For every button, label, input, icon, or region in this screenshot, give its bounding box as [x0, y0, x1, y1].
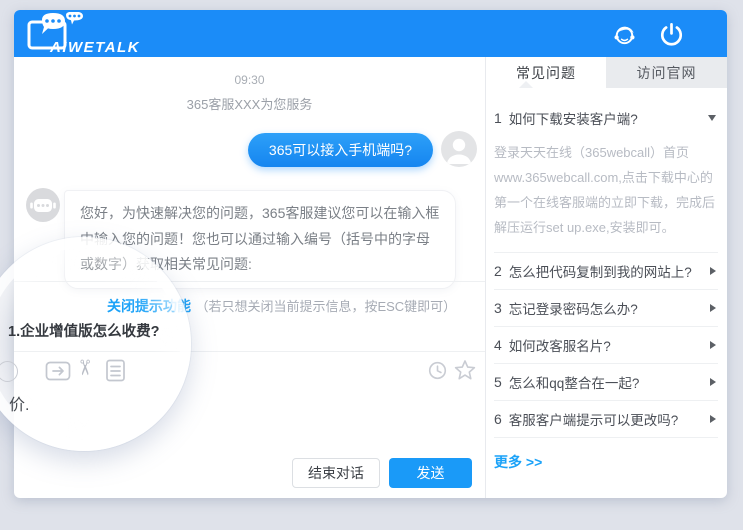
active-tab-pointer: [519, 81, 533, 88]
bot-avatar: [26, 188, 60, 222]
more-link[interactable]: 更多 >>: [494, 452, 542, 472]
speech-bubble-icon: [42, 13, 65, 34]
received-message-bubble: 您好，为快速解决您的问题，365客服建议您可以在输入框中输入您的问题！您也可以通…: [64, 190, 456, 289]
faq-list: 1 如何下载安装客户端? 登录天天在线（365webcall）首页www.365…: [494, 100, 718, 472]
sent-message-bubble: 365可以接入手机端吗?: [248, 133, 433, 167]
faq-number: 3: [494, 300, 502, 316]
caret-right-icon: [710, 304, 716, 312]
faq-question: 怎么把代码复制到我的网站上?: [509, 261, 710, 281]
faq-question: 如何下载安装客户端?: [509, 108, 708, 128]
send-button[interactable]: 发送: [389, 458, 472, 488]
divider: [14, 351, 485, 352]
faq-item-2[interactable]: 2 怎么把代码复制到我的网站上?: [494, 252, 718, 289]
hint-text: （若只想关闭当前提示信息，按ESC键即可）: [195, 299, 456, 314]
agent-icon[interactable]: [611, 21, 638, 48]
caret-right-icon: [710, 415, 716, 423]
power-icon[interactable]: [658, 21, 685, 48]
favorite-icon[interactable]: [454, 359, 476, 381]
faq-item-3[interactable]: 3 忘记登录密码怎么办?: [494, 289, 718, 326]
person-icon: [441, 131, 477, 167]
caret-right-icon: [710, 341, 716, 349]
app-logo: AIWETALK: [26, 12, 166, 62]
close-hint-link[interactable]: 关闭提示功能: [107, 298, 191, 314]
faq-item-6[interactable]: 6 客服客户端提示可以更改吗?: [494, 400, 718, 438]
speech-bubble-small-icon: [66, 12, 83, 25]
faq-question: 如何改客服名片?: [509, 335, 710, 355]
faq-question: 怎么和qq整合在一起?: [509, 372, 710, 392]
faq-item-5[interactable]: 5 怎么和qq整合在一起?: [494, 363, 718, 400]
end-chat-button[interactable]: 结束对话: [292, 458, 380, 488]
sent-message-text: 365可以接入手机端吗?: [269, 140, 412, 160]
faq-number: 4: [494, 337, 502, 353]
faq-question: 忘记登录密码怎么办?: [509, 298, 710, 318]
faq-item-1[interactable]: 1 如何下载安装客户端?: [494, 100, 718, 136]
faq-number: 5: [494, 374, 502, 390]
hint-row: 关闭提示功能 （若只想关闭当前提示信息，按ESC键即可）: [107, 296, 456, 316]
faq-item-4[interactable]: 4 如何改客服名片?: [494, 326, 718, 363]
title-bar: AIWETALK: [14, 10, 727, 57]
caret-right-icon: [710, 267, 716, 275]
service-status: 365客服XXX为您服务: [14, 94, 485, 113]
received-message-text: 您好，为快速解决您的问题，365客服建议您可以在输入框中输入您的问题！您也可以通…: [80, 205, 439, 272]
tab-official-site[interactable]: 访问官网: [606, 57, 727, 88]
chat-window: AIWETALK 09:30 365客服XXX为您服务 365可以接入手机端吗?: [14, 10, 727, 498]
faq-question: 客服客户端提示可以更改吗?: [509, 409, 710, 429]
logo-text: AIWETALK: [49, 39, 140, 56]
caret-down-icon: [708, 115, 716, 121]
user-avatar: [441, 131, 477, 167]
faq-number: 1: [494, 110, 502, 126]
divider: [485, 57, 486, 498]
faq-number: 2: [494, 263, 502, 279]
faq-number: 6: [494, 411, 502, 427]
history-icon[interactable]: [428, 361, 447, 380]
robot-icon: [26, 188, 60, 222]
message-time: 09:30: [14, 73, 485, 87]
divider: [14, 281, 485, 282]
faq-answer: 登录天天在线（365webcall）首页www.365webcall.com,点…: [494, 140, 718, 240]
caret-right-icon: [710, 378, 716, 386]
tab-faq[interactable]: 常见问题: [486, 57, 606, 88]
